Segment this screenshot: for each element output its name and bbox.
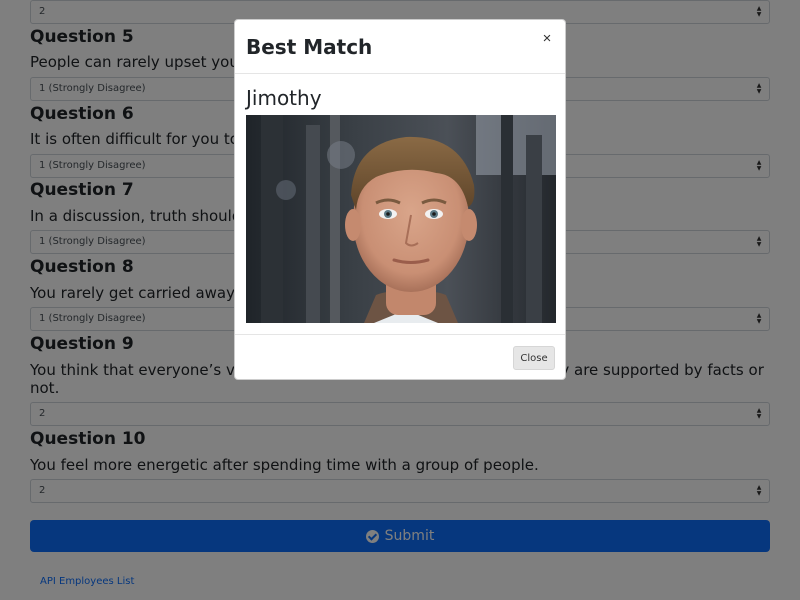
close-icon[interactable]: ×	[539, 31, 555, 47]
match-photo	[246, 115, 556, 323]
modal-footer: Close	[235, 334, 565, 379]
modal-header: Best Match ×	[235, 20, 565, 74]
modal-title: Best Match	[246, 35, 373, 59]
best-match-modal: Best Match × Jimothy Close	[234, 19, 566, 380]
match-name: Jimothy	[246, 86, 322, 110]
close-button[interactable]: Close	[513, 346, 555, 370]
